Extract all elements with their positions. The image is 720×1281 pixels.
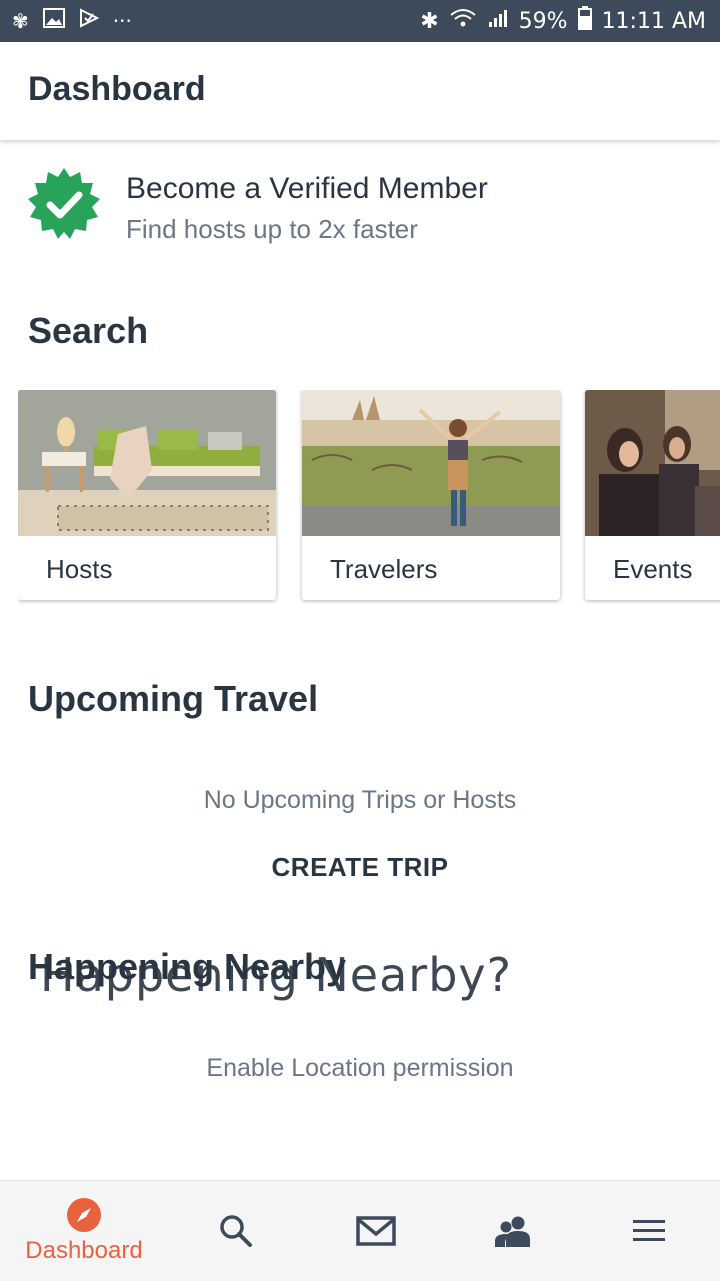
page-title: Dashboard [28, 70, 206, 108]
card-label-hosts: Hosts [46, 554, 113, 584]
card-travelers[interactable]: Travelers [302, 390, 560, 600]
nav-dashboard-label: Dashboard [25, 1237, 143, 1264]
card-hosts[interactable]: Hosts [18, 390, 276, 600]
bottom-nav: Dashboard [0, 1180, 720, 1281]
hosts-image [18, 390, 276, 536]
nav-search[interactable] [168, 1181, 304, 1281]
events-image [585, 390, 720, 536]
status-left-icons: ✾ ··· [12, 8, 132, 33]
nav-messages[interactable] [304, 1181, 448, 1281]
status-bar: ✾ ··· ✱ 59% 11:11 AM [0, 0, 720, 42]
travelers-image [302, 390, 560, 536]
people-icon [495, 1216, 530, 1247]
check-app-icon [79, 8, 100, 33]
nav-dashboard[interactable]: Dashboard [0, 1181, 168, 1281]
nearby-overlay-text: Happening Nearby? [40, 948, 513, 1002]
image-icon [42, 8, 65, 33]
card-label-travelers: Travelers [330, 554, 438, 584]
verify-title: Become a Verified Member [126, 172, 488, 205]
bluetooth-icon: ✱ [420, 8, 439, 34]
signal-icon [487, 7, 509, 35]
card-events[interactable]: Events [585, 390, 720, 600]
search-section-title: Search [28, 310, 149, 351]
search-cards: Hosts Travelers Events [18, 390, 720, 604]
verify-subtitle: Find hosts up to 2x faster [126, 214, 418, 244]
enable-location-link[interactable]: Enable Location permission [0, 1054, 720, 1083]
wifi-icon [449, 7, 477, 35]
more-dots-icon: ··· [112, 8, 132, 33]
create-trip-button[interactable]: CREATE TRIP [260, 846, 460, 888]
battery-percent: 59% [518, 8, 568, 34]
nav-menu[interactable] [578, 1181, 720, 1281]
verify-banner[interactable]: Become a Verified Member Find hosts up t… [0, 162, 720, 252]
verified-badge-icon [28, 168, 100, 239]
compass-icon [67, 1198, 101, 1232]
battery-icon [577, 6, 592, 36]
search-icon [220, 1215, 252, 1247]
nav-people[interactable] [448, 1181, 578, 1281]
app-bar: Dashboard [0, 42, 720, 140]
menu-icon [633, 1220, 665, 1241]
upcoming-section-title: Upcoming Travel [28, 678, 319, 719]
pinwheel-icon: ✾ [12, 8, 29, 33]
clock: 11:11 AM [601, 8, 706, 34]
card-label-events: Events [613, 554, 693, 584]
status-right: ✱ 59% 11:11 AM [420, 6, 706, 36]
upcoming-empty-text: No Upcoming Trips or Hosts [203, 786, 517, 814]
mail-icon [356, 1216, 396, 1246]
